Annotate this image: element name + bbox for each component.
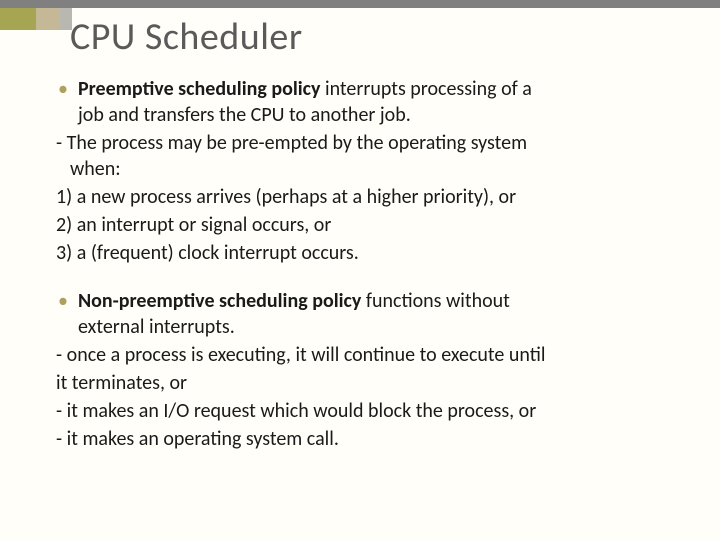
dash-line: - it makes an operating system call. [56, 426, 674, 452]
text: external interrupts. [78, 315, 235, 339]
slide-body: Preemptive scheduling policy interrupts … [56, 76, 674, 452]
top-gray-bar [0, 0, 720, 8]
numbered-item-2: 2) an interrupt or signal occurs, or [56, 212, 674, 238]
slide-content: CPU Scheduler Preemptive scheduling poli… [0, 8, 720, 452]
bullet-nonpreemptive: Non-preemptive scheduling policy functio… [56, 288, 674, 340]
text: interrupts processing of a [321, 77, 532, 101]
text: job and transfers the CPU to another job… [78, 103, 411, 127]
numbered-item-3: 3) a (frequent) clock interrupt occurs. [56, 240, 674, 266]
dash-line: - The process may be pre-empted by the o… [56, 130, 674, 182]
accent-strip [0, 8, 72, 30]
numbered-item-1: 1) a new process arrives (perhaps at a h… [56, 184, 674, 210]
text: functions without [361, 289, 510, 313]
dash-line: - once a process is executing, it will c… [56, 342, 674, 368]
bullet-preemptive: Preemptive scheduling policy interrupts … [56, 76, 674, 128]
dash-line: it terminates, or [56, 370, 674, 396]
text: when: [56, 157, 121, 181]
text: - The process may be pre-empted by the o… [56, 131, 527, 155]
bold-preemptive: Preemptive scheduling policy [78, 77, 321, 101]
bold-nonpreemptive: Non-preemptive scheduling policy [78, 289, 361, 313]
slide-title: CPU Scheduler [56, 14, 674, 60]
dash-line: - it makes an I/O request which would bl… [56, 398, 674, 424]
